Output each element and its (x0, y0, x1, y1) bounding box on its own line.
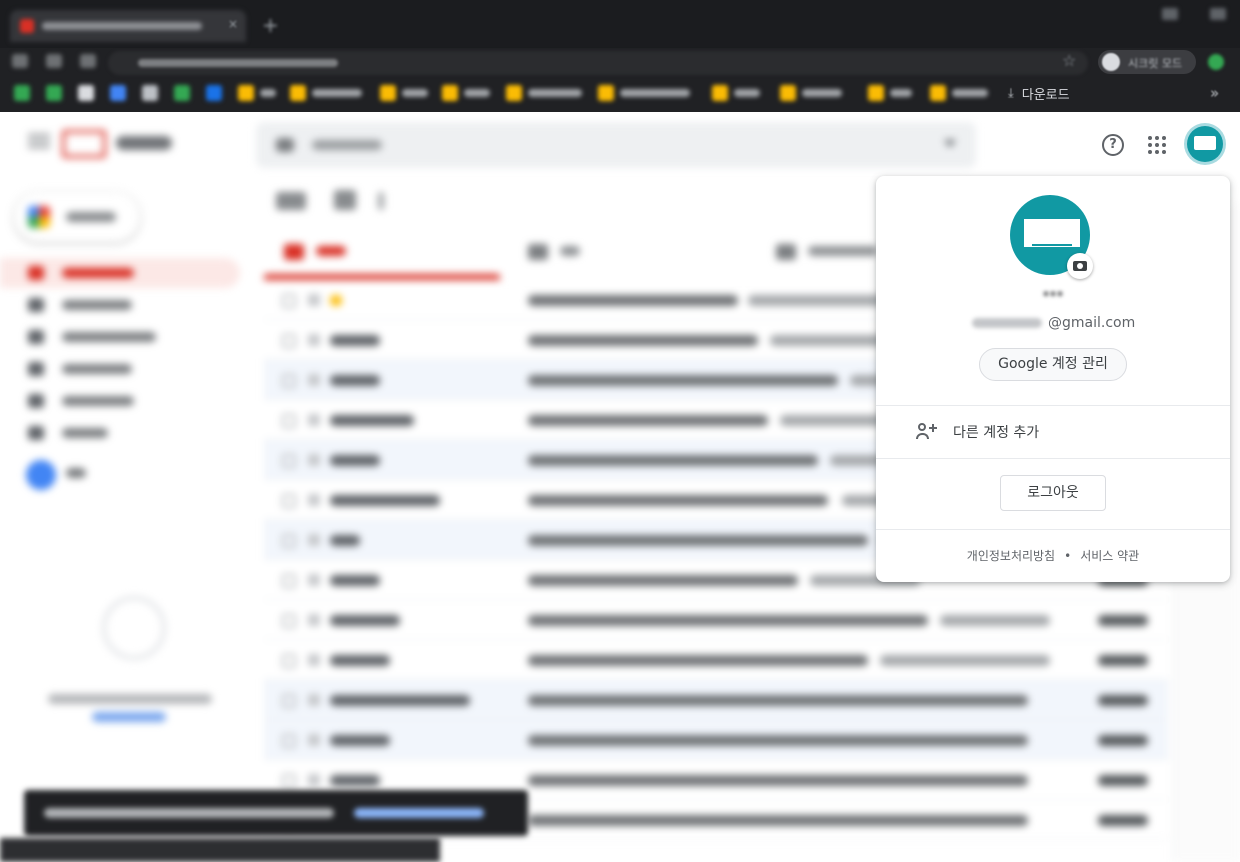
downloads-bookmark[interactable]: ⤓ 다운로드 (1008, 84, 1070, 103)
person-add-icon (916, 423, 938, 439)
account-name: *** (1042, 289, 1064, 305)
hangouts-start-link[interactable] (92, 712, 166, 722)
bookmark-item[interactable] (380, 85, 436, 101)
table-row[interactable] (264, 720, 1168, 760)
forward-button[interactable] (46, 54, 62, 68)
tab-social[interactable] (508, 236, 748, 280)
bookmark-item[interactable] (442, 85, 498, 101)
tab-strip: × + (0, 0, 1240, 48)
bookmark-item[interactable] (598, 85, 698, 101)
close-window-button[interactable] (1210, 8, 1226, 20)
notification-toast[interactable] (24, 790, 528, 836)
address-bar[interactable] (108, 51, 1088, 75)
reload-button[interactable] (80, 54, 96, 68)
privacy-policy-link[interactable]: 개인정보처리방침 (967, 549, 1055, 563)
bookmark-item[interactable] (712, 85, 768, 101)
incognito-indicator[interactable]: 시크릿 모드 (1098, 50, 1196, 74)
incognito-label: 시크릿 모드 (1128, 57, 1183, 70)
main-menu-icon[interactable] (28, 134, 50, 148)
close-tab-icon[interactable]: × (228, 17, 238, 31)
minimize-window-button[interactable] (1162, 8, 1178, 20)
gmail-wordmark (116, 136, 172, 150)
bookmark-item[interactable] (14, 85, 32, 101)
hangouts-placeholder-icon (102, 596, 166, 660)
extension-icon[interactable] (1208, 54, 1224, 70)
bookmark-item[interactable] (46, 85, 64, 101)
compose-button[interactable] (14, 192, 140, 242)
gmail-logo[interactable] (62, 130, 106, 158)
table-row[interactable] (264, 680, 1168, 720)
mail-search-bar[interactable] (256, 122, 976, 168)
bookmark-item[interactable] (110, 85, 128, 101)
sidebar-item-more[interactable] (0, 418, 240, 448)
email-domain: @gmail.com (1048, 315, 1136, 331)
bookmark-star-icon[interactable]: ☆ (1062, 51, 1076, 70)
download-icon: ⤓ (1008, 86, 1014, 101)
sidebar-item-inbox[interactable] (0, 258, 240, 288)
bookmark-item[interactable] (290, 85, 370, 101)
terms-of-service-link[interactable]: 서비스 약관 (1080, 549, 1139, 563)
logout-button[interactable]: 로그아웃 (1000, 475, 1106, 511)
back-button[interactable] (12, 54, 28, 68)
select-all-checkbox[interactable] (276, 192, 306, 210)
apps-grid-icon[interactable] (1148, 136, 1166, 154)
divider (876, 529, 1230, 530)
bookmark-item[interactable] (238, 85, 282, 101)
hangouts-avatar[interactable] (26, 460, 56, 490)
downloads-label: 다운로드 (1021, 88, 1070, 103)
bookmarks-bar: ⤓ 다운로드 » (0, 78, 1240, 108)
table-row[interactable] (264, 640, 1168, 680)
sidebar-item-starred[interactable] (0, 290, 240, 320)
sidebar-item-snoozed[interactable] (0, 322, 240, 352)
camera-icon[interactable] (1067, 253, 1093, 279)
add-account-item[interactable]: 다른 계정 추가 (876, 406, 1230, 458)
account-avatar-button[interactable] (1187, 126, 1223, 162)
add-account-label: 다른 계정 추가 (953, 425, 1040, 441)
divider (876, 458, 1230, 459)
email-username-mask (972, 318, 1042, 328)
more-bookmarks-chevron-icon[interactable]: » (1210, 84, 1219, 102)
popup-footer: 개인정보처리방침 • 서비스 약관 (876, 547, 1230, 564)
search-options-chevron-icon[interactable] (944, 140, 956, 147)
bookmark-item[interactable] (142, 85, 160, 101)
bookmark-item[interactable] (868, 85, 920, 101)
help-icon[interactable]: ? (1102, 134, 1124, 156)
sidebar-item-sent[interactable] (0, 354, 240, 384)
browser-chrome: × + ☆ 시크릿 모드 ⤓ 다운로드 » (0, 0, 1240, 112)
more-actions-button[interactable] (378, 192, 384, 210)
browser-toolbar: ☆ 시크릿 모드 (0, 48, 1240, 76)
bookmark-item[interactable] (506, 85, 590, 101)
bookmark-item[interactable] (78, 85, 96, 101)
new-tab-button[interactable]: + (262, 13, 279, 37)
status-strip (0, 838, 440, 862)
bookmark-item[interactable] (174, 85, 192, 101)
incognito-icon (1102, 53, 1120, 71)
bookmark-item[interactable] (930, 85, 996, 101)
account-popup: *** @gmail.com Google 계정 관리 다른 계정 추가 로그아… (876, 176, 1230, 582)
bookmark-item[interactable] (780, 85, 850, 101)
refresh-button[interactable] (334, 190, 356, 210)
table-row[interactable] (264, 600, 1168, 640)
browser-tab-gmail[interactable] (10, 10, 246, 42)
hangouts-user-label (66, 468, 86, 478)
sidebar-item-drafts[interactable] (0, 386, 240, 416)
bookmark-item[interactable] (206, 85, 224, 101)
footer-separator: • (1064, 549, 1072, 563)
hangouts-empty-text (48, 694, 212, 704)
account-email: @gmail.com (972, 315, 1135, 331)
manage-account-button[interactable]: Google 계정 관리 (979, 348, 1127, 381)
